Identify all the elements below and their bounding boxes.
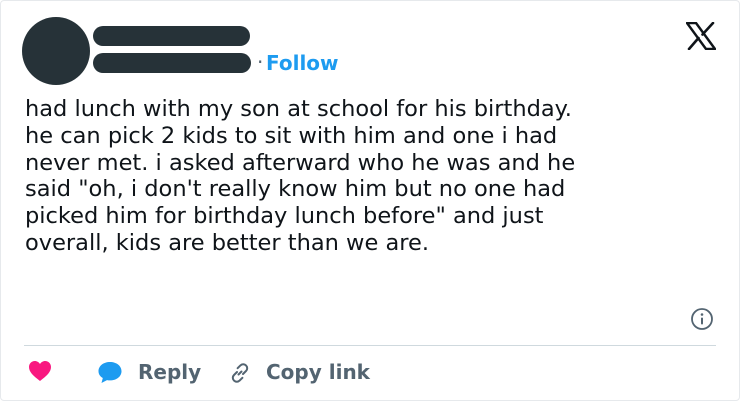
redacted-display-name[interactable] bbox=[93, 26, 250, 46]
redacted-username[interactable] bbox=[93, 53, 251, 73]
tweet-text: had lunch with my son at school for his … bbox=[25, 96, 725, 257]
tweet-line: overall, kids are better than we are. bbox=[25, 229, 429, 256]
tweet-line: picked him for birthday lunch before" an… bbox=[25, 203, 544, 230]
link-icon[interactable] bbox=[228, 361, 252, 385]
tweet-line: never met. i asked afterward who he was … bbox=[25, 149, 576, 176]
tweet-line: he can pick 2 kids to sit with him and o… bbox=[25, 122, 558, 149]
tweet-line: had lunch with my son at school for his … bbox=[25, 96, 572, 122]
heart-icon[interactable] bbox=[28, 360, 52, 382]
reply-bubble-icon[interactable] bbox=[97, 360, 123, 384]
x-logo-icon[interactable] bbox=[686, 22, 716, 50]
avatar[interactable] bbox=[22, 17, 90, 85]
actions-divider bbox=[24, 345, 716, 346]
copy-link-button[interactable]: Copy link bbox=[266, 360, 370, 384]
follow-button[interactable]: Follow bbox=[266, 51, 339, 75]
separator-dot: · bbox=[257, 50, 264, 74]
reply-button[interactable]: Reply bbox=[138, 360, 201, 384]
tweet-line: said "oh, i don't really know him but no… bbox=[25, 176, 566, 203]
info-icon[interactable] bbox=[690, 307, 714, 331]
